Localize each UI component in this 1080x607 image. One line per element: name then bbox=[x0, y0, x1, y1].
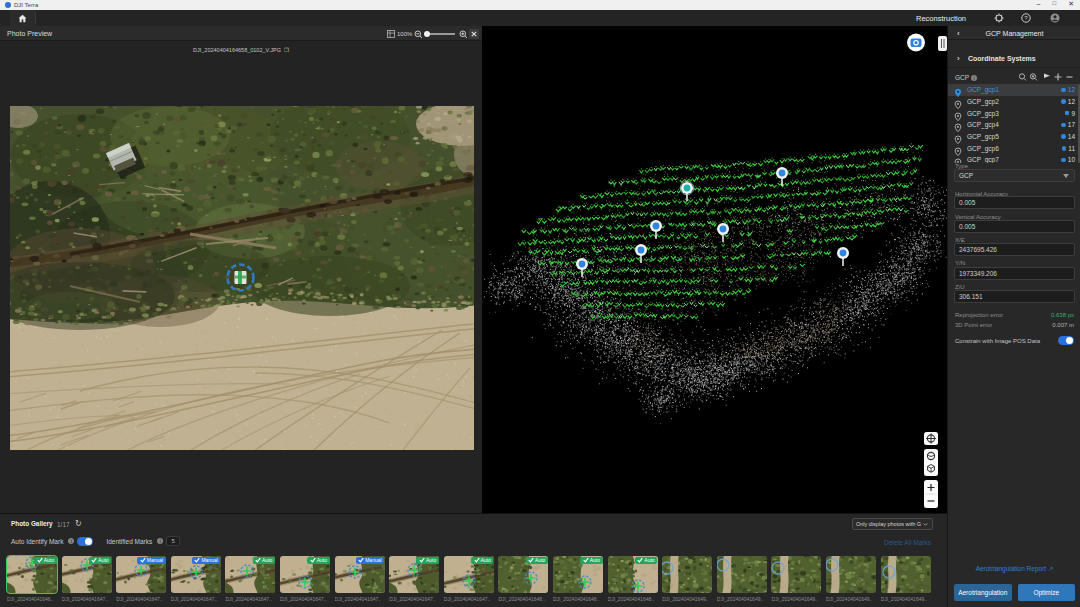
svg-text:?: ? bbox=[1024, 15, 1028, 21]
